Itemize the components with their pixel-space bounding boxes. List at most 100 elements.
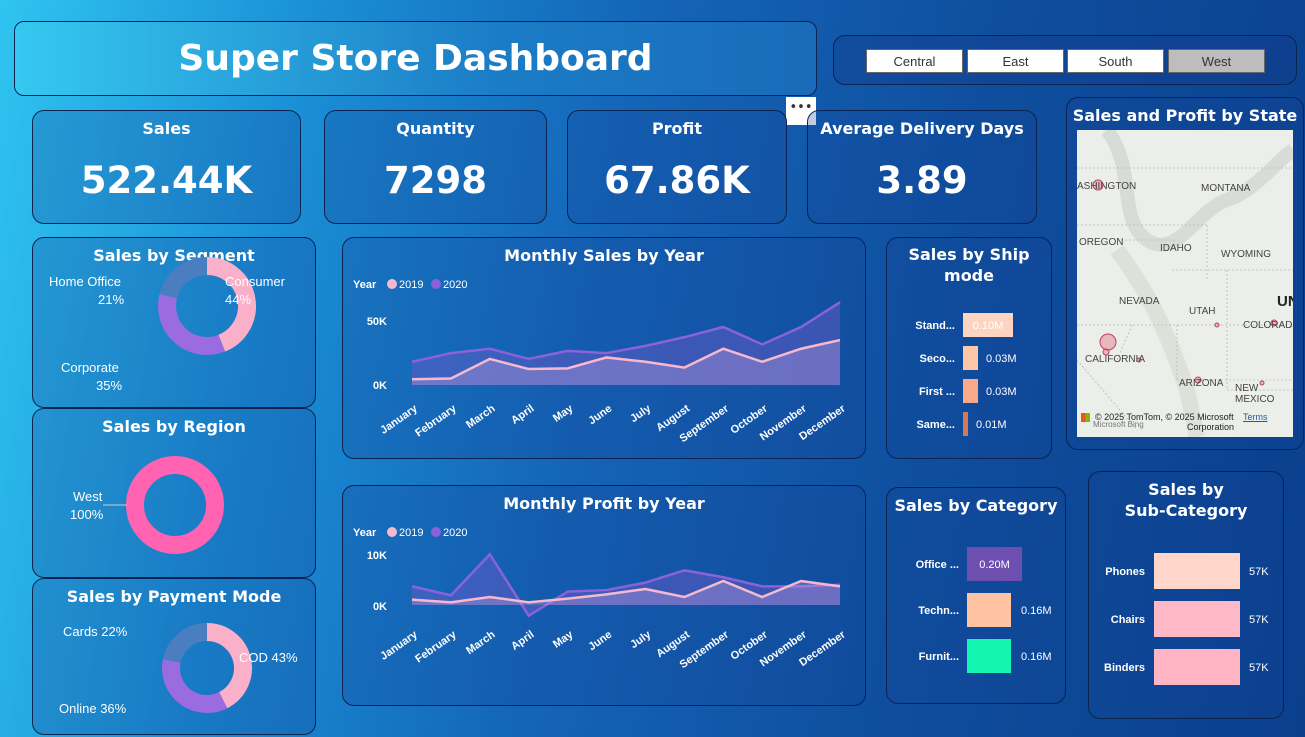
kpi-profit-label: Profit — [651, 119, 703, 138]
map-label: WYOMING — [1221, 249, 1271, 260]
ship-panel: Sales by Ship mode Stand... 0.10M Seco... 0… — [886, 237, 1052, 459]
region-west-slice — [126, 456, 224, 554]
x-tick-label: May — [551, 628, 576, 651]
segment-donut[interactable] — [33, 238, 317, 409]
profit-legend-2019-label: 2019 — [399, 527, 423, 539]
x-tick-label: June — [586, 403, 614, 428]
monthly-profit-ytick-10k: 10K — [367, 550, 387, 562]
monthly-profit-ytick-0k: 0K — [373, 601, 387, 613]
bar-value: 57K — [1249, 662, 1269, 674]
segment-consumer-label: Consumer — [225, 274, 285, 289]
segment-home-office-pct: 21% — [98, 292, 125, 307]
payment-cards-label: Cards 22% — [63, 624, 128, 639]
map-label: NEVADA — [1119, 296, 1160, 307]
subcat-panel: Sales by Sub-Category Phones 57K Chairs 57K… — [1088, 471, 1284, 719]
x-tick-label: May — [551, 402, 576, 425]
monthly-sales-panel: Monthly Sales by Year Year 2019 2020 50K… — [342, 237, 866, 459]
monthly-profit-panel: Monthly Profit by Year Year 2019 2020 10… — [342, 485, 866, 706]
map-label: MONTANA — [1201, 183, 1251, 194]
x-tick-label: April — [509, 403, 536, 427]
x-tick-label: February — [413, 402, 459, 439]
category-bar-chart[interactable]: Office ... 0.20M Techn... 0.16M Furnit... 0.1… — [887, 488, 1067, 705]
ship-bar-chart[interactable]: Stand... 0.10M Seco... 0.03M First ... 0.03M S… — [887, 238, 1053, 460]
bar-value: 0.10M — [973, 320, 1004, 332]
map-bubble — [1099, 333, 1117, 351]
monthly-sales-ytick-0k: 0K — [373, 380, 387, 392]
segment-corporate-slice — [158, 293, 226, 355]
payment-online-slice — [162, 658, 228, 713]
map-label: COLORADO — [1243, 320, 1293, 331]
bar-label: Stand... — [915, 320, 955, 332]
map-title: Sales and Profit by State — [1072, 106, 1298, 125]
region-slicer: Central East South West — [833, 35, 1297, 85]
legend-2020-label: 2020 — [443, 279, 467, 291]
bar-label: Binders — [1104, 662, 1145, 674]
slicer-east-button[interactable]: East — [967, 49, 1064, 73]
microsoft-logo-icon — [1081, 413, 1090, 422]
kpi-sales-card: Sales 522.44K — [32, 110, 301, 224]
region-west-pct: 100% — [70, 507, 104, 522]
segment-panel: Sales by Segment Home Office 21% Consume… — [32, 237, 316, 408]
bar — [1154, 553, 1240, 589]
category-panel: Sales by Category Office ... 0.20M Techn..… — [886, 487, 1066, 704]
state-map[interactable]: ASHINGTON MONTANA OREGON IDAHO WYOMING N… — [1077, 130, 1293, 437]
legend-2020-marker — [431, 279, 441, 289]
bar-label: Office ... — [916, 559, 959, 571]
monthly-profit-chart[interactable]: Year 2019 2020 10K 0K JanuaryFebruary Mar… — [343, 486, 867, 707]
payment-cards-slice — [162, 623, 208, 664]
area-2020 — [412, 554, 840, 616]
bar-value: 0.01M — [976, 419, 1007, 431]
dashboard-title: Super Store Dashboard — [178, 38, 653, 79]
bar-label: Same... — [916, 419, 955, 431]
bar-value: 0.03M — [986, 353, 1017, 365]
map-label: UN — [1277, 293, 1293, 310]
bar-label: First ... — [919, 386, 955, 398]
bar-value: 0.16M — [1021, 605, 1052, 617]
profit-legend-2020-label: 2020 — [443, 527, 467, 539]
kpi-profit-value: 67.86K — [604, 159, 750, 202]
map-label: IDAHO — [1160, 243, 1192, 254]
map-terms-link[interactable]: Terms — [1243, 412, 1268, 422]
map-credit-2: Corporation — [1187, 422, 1235, 432]
bar-label: Chairs — [1111, 614, 1145, 626]
map-label: ARIZONA — [1179, 378, 1224, 389]
segment-consumer-pct: 44% — [225, 292, 252, 307]
region-west-label: West — [73, 489, 103, 504]
slicer-west-button[interactable]: West — [1168, 49, 1265, 73]
x-tick-label: July — [628, 628, 654, 651]
x-tick-label: April — [509, 629, 536, 653]
kpi-sales-value: 522.44K — [80, 159, 253, 202]
bar — [963, 412, 968, 436]
monthly-profit-legend-title: Year — [353, 527, 377, 539]
kpi-delivery-value: 3.89 — [876, 159, 968, 202]
subcat-bar-chart[interactable]: Phones 57K Chairs 57K Binders 57K — [1089, 472, 1285, 720]
bar-value: 0.16M — [1021, 651, 1052, 663]
profit-legend-2020-marker — [431, 527, 441, 537]
x-tick-label: March — [464, 628, 498, 657]
payment-cod-slice — [206, 623, 252, 709]
legend-2019-marker — [387, 279, 397, 289]
legend-2019-label: 2019 — [399, 279, 423, 291]
segment-corporate-pct: 35% — [96, 378, 123, 393]
slicer-central-button[interactable]: Central — [866, 49, 963, 73]
payment-online-label: Online 36% — [59, 701, 127, 716]
segment-home-office-label: Home Office — [49, 274, 122, 289]
bar — [963, 379, 978, 403]
monthly-sales-chart[interactable]: Year 2019 2020 50K 0K JanuaryFebruary Mar… — [343, 238, 867, 460]
map-label: CALIFORNIA — [1085, 354, 1146, 365]
dashboard-title-box: Super Store Dashboard — [14, 21, 817, 96]
map-credit: © 2025 TomTom, © 2025 Microsoft — [1095, 412, 1234, 422]
slicer-south-button[interactable]: South — [1067, 49, 1164, 73]
kpi-delivery-label: Average Delivery Days — [820, 119, 1024, 138]
bar-label: Seco... — [920, 353, 955, 365]
bar-value: 0.03M — [986, 386, 1017, 398]
region-panel: Sales by Region West 100% — [32, 408, 316, 578]
bar — [1154, 649, 1240, 685]
bar-label: Techn... — [918, 605, 959, 617]
segment-home-office-slice — [159, 257, 208, 299]
profit-legend-2019-marker — [387, 527, 397, 537]
map-bubble — [1214, 322, 1220, 328]
map-label: ASHINGTON — [1077, 181, 1137, 192]
segment-corporate-label: Corporate — [61, 360, 119, 375]
kpi-profit-card: Profit 67.86K — [567, 110, 787, 224]
